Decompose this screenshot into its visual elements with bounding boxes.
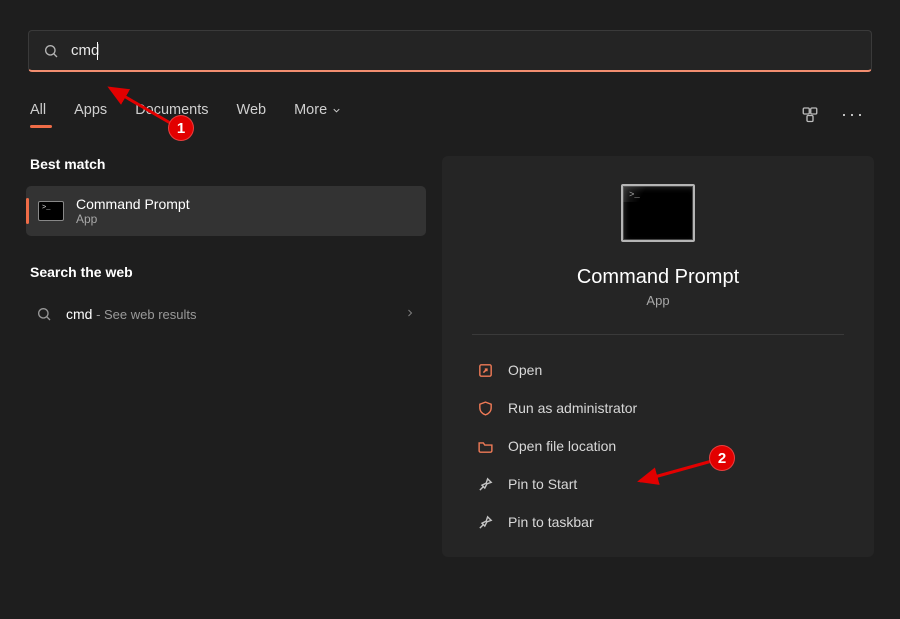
chevron-right-icon [404, 306, 416, 322]
tab-more-label: More [294, 102, 327, 118]
action-open-file-location[interactable]: Open file location [472, 427, 844, 465]
search-web-header: Search the web [30, 264, 426, 280]
annotation-callout-1: 1 [168, 115, 194, 141]
shield-icon [476, 399, 494, 417]
action-run-as-admin-label: Run as administrator [508, 400, 637, 416]
tab-all[interactable]: All [30, 102, 46, 126]
action-open-file-location-label: Open file location [508, 438, 616, 454]
tab-web[interactable]: Web [237, 102, 267, 126]
annotation-callout-2: 2 [709, 445, 735, 471]
detail-panel: Command Prompt App Open Run as administr… [442, 156, 874, 557]
action-run-as-admin[interactable]: Run as administrator [472, 389, 844, 427]
filter-tabs: All Apps Documents Web More ··· [0, 94, 900, 134]
pin-icon [476, 513, 494, 531]
action-pin-to-taskbar-label: Pin to taskbar [508, 514, 594, 530]
detail-subtitle: App [646, 293, 669, 308]
search-settings-icon[interactable] [801, 105, 819, 123]
action-open[interactable]: Open [472, 351, 844, 389]
tab-apps[interactable]: Apps [74, 102, 107, 126]
text-caret [97, 42, 98, 60]
best-match-subtitle: App [76, 212, 190, 226]
action-pin-to-taskbar[interactable]: Pin to taskbar [472, 503, 844, 541]
best-match-result[interactable]: >_ Command Prompt App [26, 186, 426, 236]
best-match-header: Best match [30, 156, 426, 172]
web-query: cmd [66, 306, 92, 322]
web-suffix: - See web results [92, 307, 196, 322]
best-match-title: Command Prompt [76, 196, 190, 212]
web-result-item[interactable]: cmd - See web results [26, 294, 426, 334]
command-prompt-icon: >_ [38, 201, 64, 221]
search-input-text[interactable]: cmd [71, 42, 99, 59]
action-open-label: Open [508, 362, 542, 378]
more-options-icon[interactable]: ··· [841, 104, 865, 125]
detail-title: Command Prompt [577, 266, 739, 289]
open-icon [476, 361, 494, 379]
search-bar[interactable]: cmd [28, 30, 872, 72]
action-pin-to-start-label: Pin to Start [508, 476, 577, 492]
search-icon [43, 43, 59, 59]
action-pin-to-start[interactable]: Pin to Start [472, 465, 844, 503]
command-prompt-icon-large [621, 184, 695, 242]
search-icon [36, 306, 52, 322]
pin-icon [476, 475, 494, 493]
folder-icon [476, 437, 494, 455]
chevron-down-icon [331, 105, 342, 116]
results-column: Best match >_ Command Prompt App Search … [26, 156, 426, 557]
tab-more[interactable]: More [294, 102, 342, 126]
